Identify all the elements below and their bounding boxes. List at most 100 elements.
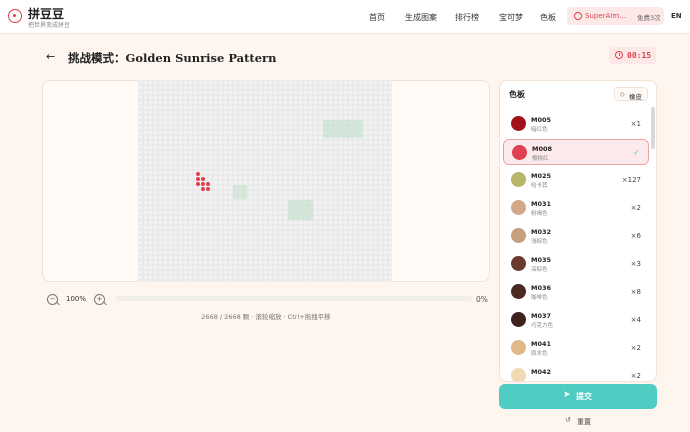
reset-label: 重置	[577, 418, 591, 426]
zoom-level: 100%	[65, 295, 86, 303]
color-swatch	[511, 312, 526, 327]
color-name: 原木色	[531, 351, 548, 357]
clock-icon	[615, 51, 623, 59]
nav-pokemon[interactable]: 宝可梦	[499, 12, 523, 23]
zoom-in-icon: +	[96, 295, 103, 303]
bead-pattern-canvas[interactable]	[138, 80, 392, 282]
color-code: M036	[531, 284, 552, 292]
color-code: M041	[531, 340, 552, 348]
color-swatch	[511, 256, 526, 271]
placed-bead[interactable]	[206, 182, 210, 186]
palette-color-m041[interactable]: M041 原木色 ×2	[503, 335, 649, 361]
color-count: ×8	[630, 288, 641, 296]
placed-bead[interactable]	[196, 182, 200, 186]
color-code: M032	[531, 228, 552, 236]
palette-color-m032[interactable]: M032 浅棕色 ×6	[503, 223, 649, 249]
timer-badge: 00:15	[609, 47, 656, 64]
color-swatch	[511, 284, 526, 299]
arrow-left-icon[interactable]: ←	[46, 50, 55, 63]
color-count: ×6	[630, 232, 641, 240]
color-swatch	[511, 228, 526, 243]
color-name: 樱桃红	[532, 156, 549, 162]
check-icon: ✓	[633, 148, 640, 157]
free-count: 免费3次	[637, 14, 661, 22]
submit-button[interactable]: ➤ 提交	[499, 384, 657, 409]
palette-color-m036[interactable]: M036 咖啡色 ×8	[503, 279, 649, 305]
placed-bead[interactable]	[206, 187, 210, 191]
eraser-label: 橡皮	[629, 93, 642, 101]
eraser-icon: ◇	[620, 91, 625, 98]
pattern-region	[323, 120, 363, 138]
reset-button[interactable]: ↺ 重置	[499, 416, 657, 428]
color-code: M037	[531, 312, 552, 320]
color-count: ×127	[621, 176, 641, 184]
color-name: 粉褐色	[531, 211, 548, 217]
color-count: ×2	[630, 204, 641, 212]
color-swatch	[511, 200, 526, 215]
color-name: 浅棕色	[531, 239, 548, 245]
placed-bead[interactable]	[196, 172, 200, 176]
canvas-info: 2668 / 2668 颗 · 滚轮缩放 · Ctrl+拖拽平移	[201, 313, 331, 321]
zoom-out-icon: −	[49, 295, 56, 303]
color-code: M008	[532, 145, 553, 153]
color-code: M042	[531, 368, 552, 376]
top-header: 拼豆豆 把世界变成拼豆 首页 生成图案 排行榜 宝可梦 色板 SuperAIm……	[0, 0, 690, 34]
nav-home[interactable]: 首页	[369, 12, 385, 23]
palette-title: 色板	[509, 90, 525, 99]
color-code: M035	[531, 256, 552, 264]
color-code: M005	[531, 116, 552, 124]
nav-generate-pattern[interactable]: 生成图案	[405, 12, 437, 23]
palette-color-m005[interactable]: M005 暗红色 ×1	[503, 111, 649, 137]
palette-scrollbar[interactable]	[651, 107, 655, 149]
color-count: ×2	[630, 344, 641, 352]
language-toggle[interactable]: EN	[671, 12, 682, 20]
placed-bead[interactable]	[201, 177, 205, 181]
logo-icon[interactable]	[8, 9, 22, 23]
palette-panel: 色板 ◇ 橡皮 M005 暗红色 ×1 M008 樱桃红 ✓ M025 哈卡其 ×127 M031…	[499, 80, 657, 382]
palette-list[interactable]: M005 暗红色 ×1 M008 樱桃红 ✓ M025 哈卡其 ×127 M031 粉褐色 ×2 M03…	[500, 111, 650, 381]
placed-bead[interactable]	[201, 187, 205, 191]
color-swatch	[511, 340, 526, 355]
color-name: 暗红色	[531, 127, 548, 133]
progress-percent: 0%	[476, 295, 488, 304]
color-swatch	[511, 116, 526, 131]
color-code: M025	[531, 172, 552, 180]
eraser-button[interactable]: ◇ 橡皮	[614, 87, 648, 101]
nav-palette[interactable]: 色板	[540, 12, 556, 23]
color-count: ×4	[630, 316, 641, 324]
nav-leaderboard[interactable]: 排行榜	[455, 12, 479, 23]
color-name: 深棕色	[531, 267, 548, 273]
send-icon: ➤	[563, 390, 571, 400]
pattern-region	[233, 185, 247, 199]
pattern-region	[288, 200, 313, 220]
palette-color-m008[interactable]: M008 樱桃红 ✓	[503, 139, 649, 165]
color-swatch	[511, 172, 526, 187]
submit-label: 提交	[576, 392, 592, 401]
color-swatch	[511, 368, 526, 381]
zoom-in-button[interactable]: +	[94, 294, 105, 305]
progress-bar	[116, 296, 472, 301]
palette-color-m035[interactable]: M035 深棕色 ×3	[503, 251, 649, 277]
zoom-out-button[interactable]: −	[47, 294, 58, 305]
reset-icon: ↺	[565, 416, 571, 424]
color-count: ×2	[630, 372, 641, 380]
page-title: 挑战模式：Golden Sunrise Pattern	[68, 51, 277, 65]
color-code: M031	[531, 200, 552, 208]
user-menu[interactable]: SuperAIm… 免费3次	[567, 7, 664, 25]
brand-subtitle: 把世界变成拼豆	[28, 22, 71, 29]
color-count: ×3	[630, 260, 641, 268]
timer-value: 00:15	[627, 51, 652, 60]
palette-color-m042[interactable]: M042 ×2	[503, 363, 649, 381]
user-avatar-icon	[574, 12, 582, 20]
placed-bead[interactable]	[196, 177, 200, 181]
color-swatch	[512, 145, 527, 160]
palette-color-m025[interactable]: M025 哈卡其 ×127	[503, 167, 649, 193]
color-name: 咖啡色	[531, 295, 548, 301]
color-count: ×1	[630, 120, 641, 128]
palette-color-m037[interactable]: M037 巧克力色 ×4	[503, 307, 649, 333]
color-name: 哈卡其	[531, 183, 548, 189]
palette-color-m031[interactable]: M031 粉褐色 ×2	[503, 195, 649, 221]
color-name: 巧克力色	[531, 323, 554, 329]
placed-bead[interactable]	[201, 182, 205, 186]
user-name: SuperAIm…	[585, 12, 627, 20]
